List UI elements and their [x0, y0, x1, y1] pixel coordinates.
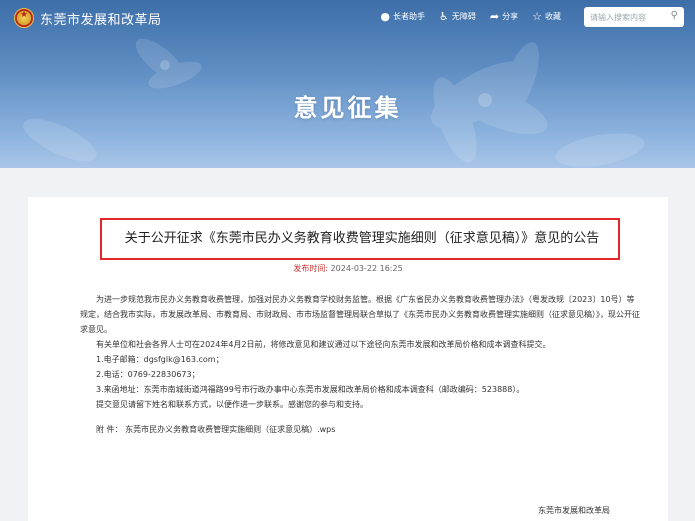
article-body: 为进一步规范我市民办义务教育收费管理，加强对民办义务教育学校财务监管。根据《广东… [80, 292, 640, 437]
paragraph-submission: 有关单位和社会各界人士可在2024年4月2日前，将修改意见和建议通过以下途径向东… [96, 340, 551, 349]
attachment-label: 附 件： [96, 425, 123, 434]
title-highlight-box: 关于公开征求《东莞市民办义务教育收费管理实施细则（征求意见稿）》意见的公告 [100, 218, 620, 260]
toolbar: ● 长者助手 ♿ 无障碍 ➦ 分享 ☆ 收藏 [366, 11, 561, 22]
top-bar: 东莞市发展和改革局 ● 长者助手 ♿ 无障碍 ➦ 分享 ☆ 收藏 ⚲ [0, 0, 695, 36]
attachment-link[interactable]: 东莞市民办义务教育收费管理实施细则（征求意见稿）.wps [125, 425, 335, 434]
star-icon: ☆ [532, 10, 542, 23]
paragraph-intro: 为进一步规范我市民办义务教育收费管理，加强对民办义务教育学校财务监管。根据《广东… [80, 295, 640, 334]
contact-phone: 2.电话：0769-22830673； [96, 370, 200, 379]
attachment-row: 附 件： 东莞市民办义务教育收费管理实施细则（征求意见稿）.wps [80, 422, 640, 437]
banner-title: 意见征集 [293, 94, 402, 122]
site-name: 东莞市发展和改革局 [40, 12, 162, 28]
accessibility-icon: ♿ [439, 10, 449, 23]
site-logo[interactable]: 东莞市发展和改革局 [14, 8, 162, 28]
elder-helper-button[interactable]: ● 长者助手 [380, 11, 425, 22]
signature: 东莞市发展和改革局 [538, 506, 610, 515]
favorite-label: 收藏 [545, 12, 561, 21]
article-card: 关于公开征求《东莞市民办义务教育收费管理实施细则（征求意见稿）》意见的公告 发布… [28, 197, 668, 521]
national-emblem-icon [14, 8, 34, 28]
search-box: ⚲ [584, 7, 684, 27]
accessibility-label: 无障碍 [451, 12, 476, 21]
share-icon: ➦ [489, 10, 500, 23]
paragraph-closing: 提交意见请留下姓名和联系方式，以便作进一步联系。感谢您的参与和支持。 [96, 400, 368, 409]
accessibility-button[interactable]: ♿ 无障碍 [439, 11, 476, 22]
search-input[interactable] [584, 8, 664, 26]
share-button[interactable]: ➦ 分享 [490, 11, 518, 22]
publish-date: 发布时间: 2024-03-22 16:25 [28, 263, 668, 274]
date-label: 发布时间: [293, 264, 329, 273]
contact-address: 3.来函地址：东莞市南城街道鸿福路99号市行政办事中心东莞市发展和改革局价格和成… [96, 385, 525, 394]
elder-helper-label: 长者助手 [393, 12, 426, 21]
header-banner: 东莞市发展和改革局 ● 长者助手 ♿ 无障碍 ➦ 分享 ☆ 收藏 ⚲ [0, 0, 695, 168]
favorite-button[interactable]: ☆ 收藏 [532, 11, 561, 22]
search-icon[interactable]: ⚲ [671, 10, 678, 21]
article-title: 关于公开征求《东莞市民办义务教育收费管理实施细则（征求意见稿）》意见的公告 [124, 231, 600, 246]
share-label: 分享 [502, 12, 519, 21]
elder-icon: ● [380, 10, 391, 23]
contact-email: 1.电子邮箱：dgsfglk@163.com； [96, 355, 224, 364]
date-value: 2024-03-22 16:25 [330, 264, 403, 273]
